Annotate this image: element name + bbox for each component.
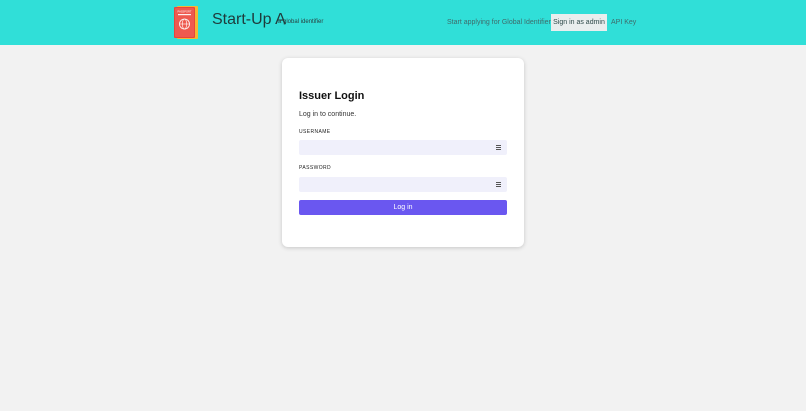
password-field-wrapper <box>299 177 507 192</box>
password-label: PASSWORD <box>299 165 331 171</box>
username-field-wrapper <box>299 140 507 155</box>
nav-link-apply[interactable]: Start applying for Global Identifier <box>447 14 551 31</box>
login-card: Issuer Login Log in to continue. USERNAM… <box>282 58 524 247</box>
brand-title: Start-Up A <box>212 11 286 28</box>
login-subtitle: Log in to continue. <box>299 111 357 118</box>
passport-logo-icon[interactable]: PASSPORT <box>174 6 198 39</box>
logo-text: PASSPORT <box>178 10 192 14</box>
brand-subtitle: a global identifier <box>278 19 324 25</box>
nav-link-sign-in-admin[interactable]: Sign in as admin <box>551 14 607 31</box>
username-label: USERNAME <box>299 129 331 135</box>
menu-icon[interactable] <box>496 182 501 187</box>
nav-link-api-key[interactable]: API Key <box>611 14 636 31</box>
password-input[interactable] <box>299 177 489 192</box>
login-button[interactable]: Log in <box>299 200 507 215</box>
top-header: PASSPORT Start-Up A a global identifier … <box>0 0 806 45</box>
username-input[interactable] <box>299 140 489 155</box>
menu-icon[interactable] <box>496 145 501 150</box>
login-title: Issuer Login <box>299 90 365 102</box>
